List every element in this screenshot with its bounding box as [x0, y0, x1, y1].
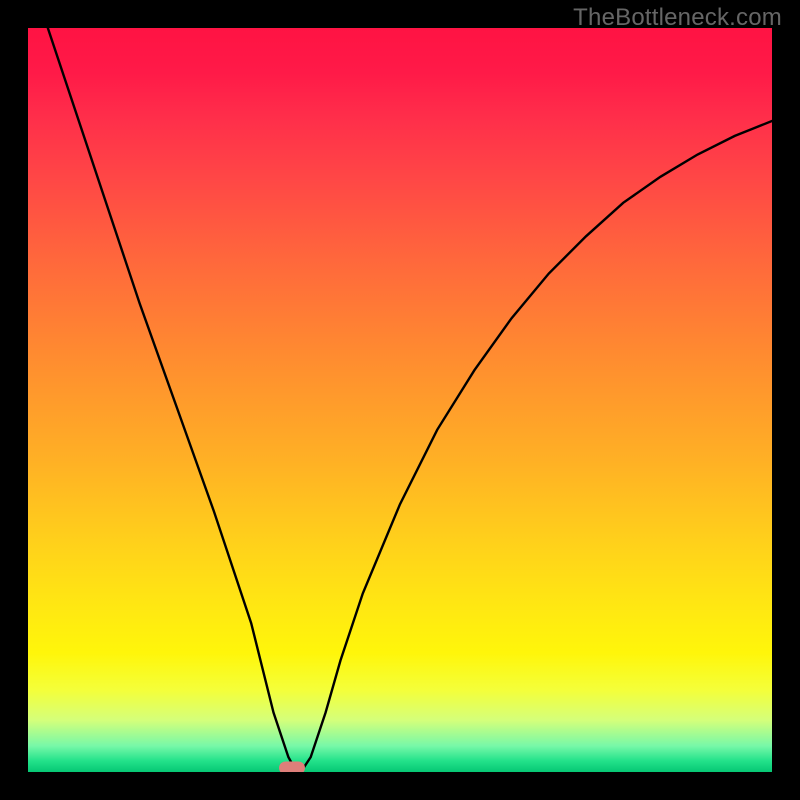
plot-area	[28, 28, 772, 772]
chart-frame: TheBottleneck.com	[0, 0, 800, 800]
bottleneck-curve	[28, 28, 772, 772]
watermark-text: TheBottleneck.com	[573, 4, 782, 32]
optimal-marker	[279, 761, 305, 772]
